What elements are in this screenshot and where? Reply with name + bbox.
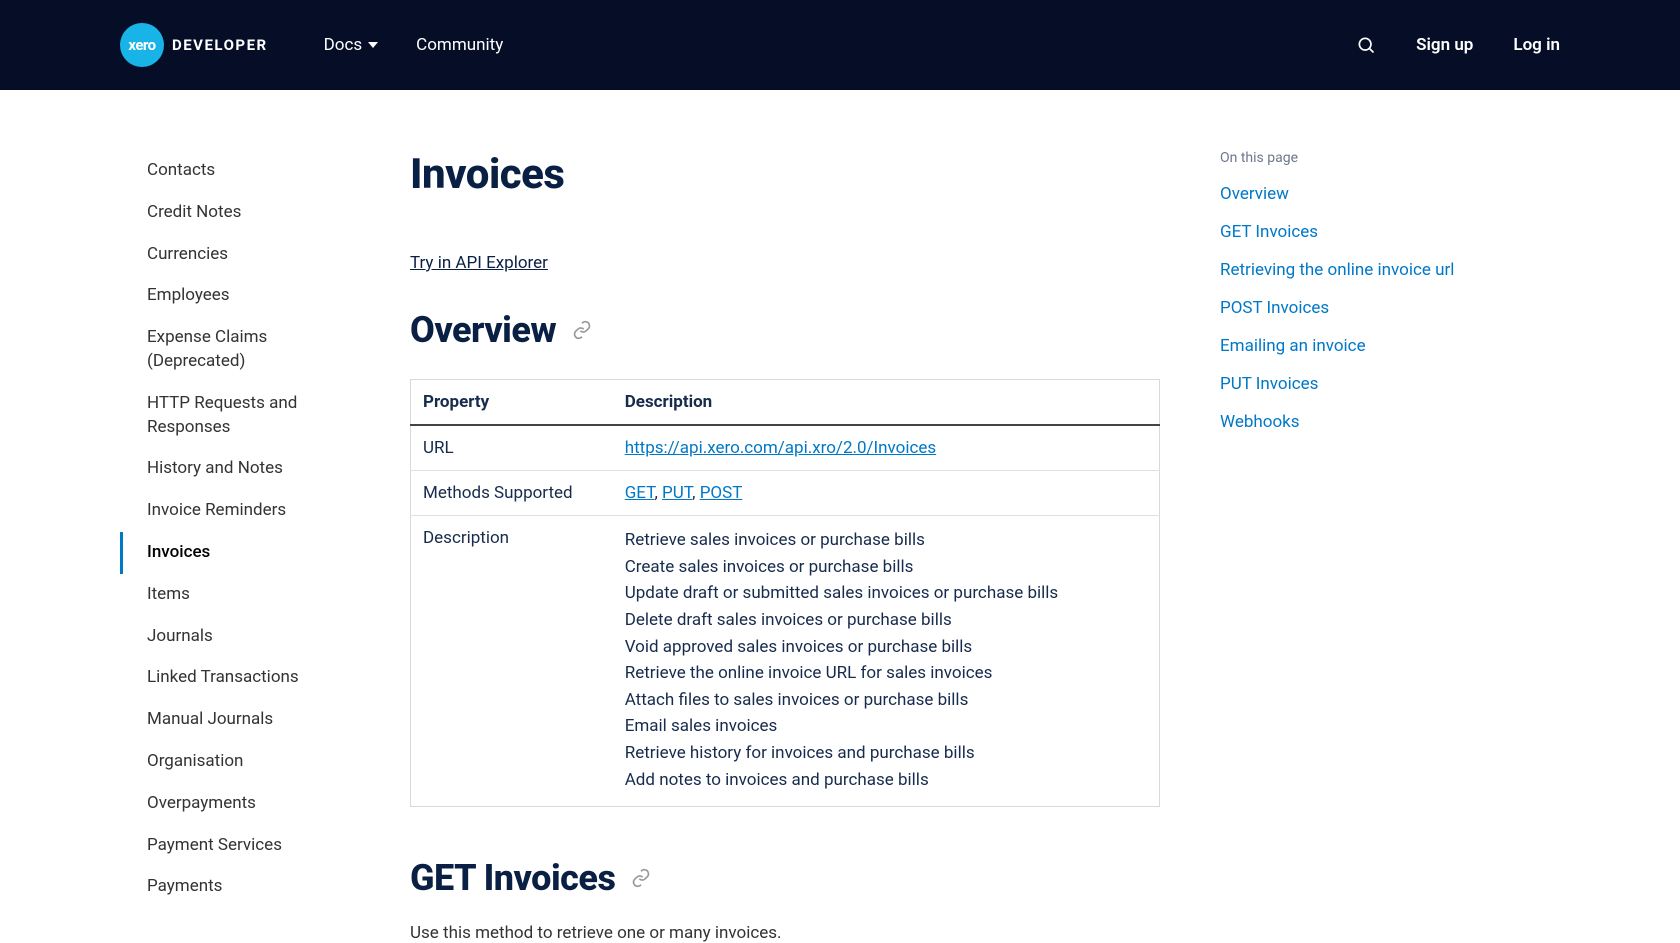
sidebar-item-payment-services[interactable]: Payment Services xyxy=(120,825,300,867)
sidebar-item-invoices[interactable]: Invoices xyxy=(120,532,300,574)
desc-line: Retrieve history for invoices and purcha… xyxy=(625,741,1147,766)
link-icon[interactable] xyxy=(572,320,592,340)
toc-get-invoices[interactable]: GET Invoices xyxy=(1220,222,1520,242)
get-heading-row: GET Invoices xyxy=(410,857,1160,899)
method-post[interactable]: POST xyxy=(700,483,743,503)
logo-badge: xero xyxy=(120,23,164,67)
get-description: Use this method to retrieve one or many … xyxy=(410,923,1160,943)
toc-overview[interactable]: Overview xyxy=(1220,184,1520,204)
desc-line: Attach files to sales invoices or purcha… xyxy=(625,688,1147,713)
cell-desc-list: Retrieve sales invoices or purchase bill… xyxy=(613,516,1160,807)
toc-title: On this page xyxy=(1220,150,1520,166)
toc-emailing-invoice[interactable]: Emailing an invoice xyxy=(1220,336,1520,356)
top-nav: Docs Community xyxy=(324,35,504,55)
sidebar-item-contacts[interactable]: Contacts xyxy=(120,150,300,192)
sidebar-item-journals[interactable]: Journals xyxy=(120,616,300,658)
nav-community-label: Community xyxy=(416,35,503,55)
desc-line: Add notes to invoices and purchase bills xyxy=(625,768,1147,793)
desc-line: Update draft or submitted sales invoices… xyxy=(625,581,1147,606)
sidebar-item-overpayments[interactable]: Overpayments xyxy=(120,783,300,825)
desc-line: Email sales invoices xyxy=(625,714,1147,739)
get-heading: GET Invoices xyxy=(410,857,615,899)
overview-heading-row: Overview xyxy=(410,309,1160,351)
search-icon[interactable] xyxy=(1356,35,1376,55)
nav-docs-label: Docs xyxy=(324,35,363,55)
table-row-methods: Methods Supported GET, PUT, POST xyxy=(411,471,1160,516)
th-property: Property xyxy=(411,380,613,426)
cell-desc-label: Description xyxy=(411,516,613,807)
sidebar-item-items[interactable]: Items xyxy=(120,574,300,616)
main-content: Invoices Try in API Explorer Overview Pr… xyxy=(300,150,1220,943)
sidebar-item-employees[interactable]: Employees xyxy=(120,275,300,317)
cell-url-label: URL xyxy=(411,425,613,471)
toc: On this page Overview GET Invoices Retri… xyxy=(1220,150,1560,943)
cell-methods-label: Methods Supported xyxy=(411,471,613,516)
sidebar-item-invoice-reminders[interactable]: Invoice Reminders xyxy=(120,490,300,532)
header-right: Sign up Log in xyxy=(1356,35,1560,55)
overview-table: Property Description URL https://api.xer… xyxy=(410,379,1160,807)
sidebar: Contacts Credit Notes Currencies Employe… xyxy=(0,150,300,943)
header-bar: xero DEVELOPER Docs Community Sign up Lo… xyxy=(0,0,1680,90)
overview-heading: Overview xyxy=(410,309,556,351)
sidebar-item-history-notes[interactable]: History and Notes xyxy=(120,448,300,490)
cell-url-value[interactable]: https://api.xero.com/api.xro/2.0/Invoice… xyxy=(625,438,936,458)
method-put[interactable]: PUT xyxy=(662,483,692,503)
try-api-explorer-link[interactable]: Try in API Explorer xyxy=(410,253,548,273)
logo-text: DEVELOPER xyxy=(172,36,268,54)
chevron-down-icon xyxy=(368,42,378,48)
nav-docs[interactable]: Docs xyxy=(324,35,379,55)
desc-line: Void approved sales invoices or purchase… xyxy=(625,635,1147,660)
nav-community[interactable]: Community xyxy=(416,35,503,55)
desc-line: Create sales invoices or purchase bills xyxy=(625,555,1147,580)
sidebar-item-linked-transactions[interactable]: Linked Transactions xyxy=(120,657,300,699)
sidebar-item-organisation[interactable]: Organisation xyxy=(120,741,300,783)
sidebar-item-expense-claims[interactable]: Expense Claims (Deprecated) xyxy=(120,317,300,383)
desc-line: Retrieve the online invoice URL for sale… xyxy=(625,661,1147,686)
cell-methods-value: GET, PUT, POST xyxy=(613,471,1160,516)
link-icon[interactable] xyxy=(631,868,651,888)
table-row-url: URL https://api.xero.com/api.xro/2.0/Inv… xyxy=(411,425,1160,471)
sidebar-item-manual-journals[interactable]: Manual Journals xyxy=(120,699,300,741)
desc-line: Delete draft sales invoices or purchase … xyxy=(625,608,1147,633)
desc-line: Retrieve sales invoices or purchase bill… xyxy=(625,528,1147,553)
toc-put-invoices[interactable]: PUT Invoices xyxy=(1220,374,1520,394)
logo[interactable]: xero DEVELOPER xyxy=(120,23,268,67)
signup-link[interactable]: Sign up xyxy=(1416,35,1473,55)
table-row-description: Description Retrieve sales invoices or p… xyxy=(411,516,1160,807)
sidebar-item-currencies[interactable]: Currencies xyxy=(120,234,300,276)
toc-online-invoice-url[interactable]: Retrieving the online invoice url xyxy=(1220,260,1520,280)
login-link[interactable]: Log in xyxy=(1513,35,1560,55)
method-get[interactable]: GET xyxy=(625,483,655,503)
th-description: Description xyxy=(613,380,1160,426)
toc-webhooks[interactable]: Webhooks xyxy=(1220,412,1520,432)
sidebar-item-http-requests[interactable]: HTTP Requests and Responses xyxy=(120,383,300,449)
sidebar-item-credit-notes[interactable]: Credit Notes xyxy=(120,192,300,234)
page-container: Contacts Credit Notes Currencies Employe… xyxy=(0,90,1680,943)
toc-post-invoices[interactable]: POST Invoices xyxy=(1220,298,1520,318)
page-title: Invoices xyxy=(410,150,1160,199)
sidebar-item-payments[interactable]: Payments xyxy=(120,866,300,908)
